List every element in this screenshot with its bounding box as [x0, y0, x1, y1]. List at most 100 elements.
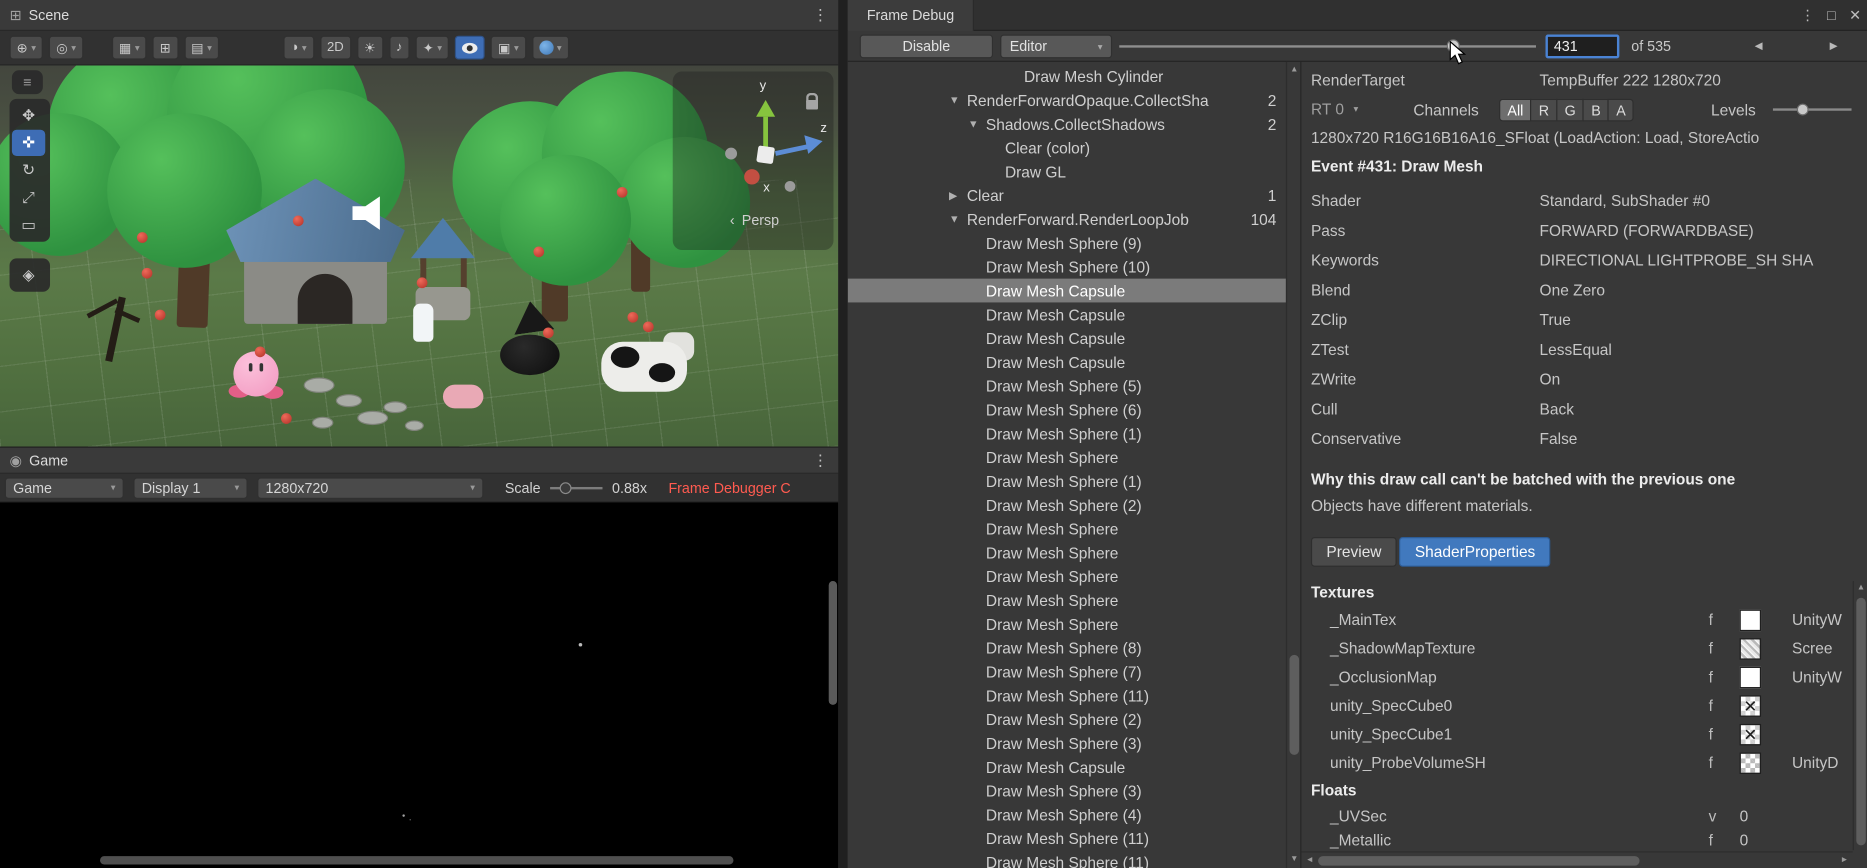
- view-tool-button[interactable]: ✥: [12, 102, 45, 128]
- previous-event-button[interactable]: ◄: [1743, 35, 1774, 59]
- texture-thumbnail[interactable]: [1739, 666, 1762, 689]
- frame-event-row[interactable]: Draw Mesh Sphere (1): [848, 422, 1286, 446]
- scene-visibility-button[interactable]: [455, 35, 485, 60]
- move-tool-button[interactable]: ✜: [11, 129, 46, 156]
- texture-thumbnail[interactable]: [1739, 723, 1762, 746]
- rotate-tool-button[interactable]: ↻: [12, 157, 45, 183]
- window-menu-icon[interactable]: ⋮: [1796, 7, 1820, 24]
- gizmo-center-cube[interactable]: [756, 145, 776, 165]
- axis-y-cone[interactable]: [756, 100, 776, 117]
- rect-tool-button[interactable]: ▭: [12, 212, 45, 238]
- tab-shader-properties[interactable]: ShaderProperties: [1399, 537, 1551, 567]
- frame-event-row[interactable]: Draw Mesh Sphere (5): [848, 374, 1286, 398]
- scene-effects-dropdown[interactable]: ✦ ▾: [415, 35, 450, 60]
- channel-b-button[interactable]: B: [1582, 98, 1608, 122]
- channel-a-button[interactable]: A: [1607, 98, 1635, 122]
- snap-toggle-button[interactable]: ⊞: [152, 35, 179, 60]
- scene-menu-icon[interactable]: ⋮: [812, 5, 829, 24]
- increment-snap-dropdown[interactable]: ▤ ▾: [183, 35, 219, 60]
- game-viewport[interactable]: [0, 502, 839, 868]
- frame-event-row[interactable]: Draw Mesh Sphere: [848, 564, 1286, 588]
- 2d-mode-button[interactable]: 2D: [319, 35, 351, 60]
- details-vertical-scrollbar[interactable]: ▲: [1852, 581, 1867, 851]
- scale-tool-button[interactable]: ⤢: [12, 185, 45, 211]
- next-event-button[interactable]: ►: [1818, 35, 1849, 59]
- frame-event-row[interactable]: Draw Mesh Sphere (11): [848, 826, 1286, 850]
- levels-slider[interactable]: [1772, 100, 1852, 119]
- frame-event-row[interactable]: Draw Mesh Sphere (9): [848, 231, 1286, 255]
- frame-event-row[interactable]: Draw Mesh Sphere (7): [848, 660, 1286, 684]
- tool-handle-position-dropdown[interactable]: ⊕ ▾: [9, 35, 44, 60]
- tool-handle-rotation-dropdown[interactable]: ◎ ▾: [49, 35, 84, 60]
- game-horizontal-scrollbar[interactable]: [100, 856, 734, 865]
- texture-thumbnail[interactable]: [1739, 752, 1762, 774]
- scale-slider[interactable]: [550, 479, 603, 496]
- levels-slider-thumb[interactable]: [1796, 103, 1809, 116]
- tab-preview[interactable]: Preview: [1310, 537, 1397, 567]
- axis-x-cone[interactable]: [744, 169, 760, 185]
- frame-event-row[interactable]: Draw Mesh Sphere: [848, 612, 1286, 636]
- channel-g-button[interactable]: G: [1556, 98, 1583, 122]
- scroll-up-icon[interactable]: ▲: [1854, 581, 1867, 595]
- frame-event-row[interactable]: Draw Mesh Capsule: [848, 755, 1286, 779]
- frame-event-row[interactable]: Draw Mesh Sphere (10): [848, 255, 1286, 279]
- axis-neg-cone[interactable]: [725, 147, 738, 160]
- scroll-left-icon[interactable]: ◄: [1303, 854, 1317, 868]
- scene-audio-button[interactable]: ♪: [388, 35, 410, 60]
- frame-event-row[interactable]: Draw Mesh Capsule: [848, 350, 1286, 374]
- grid-visibility-dropdown[interactable]: ▦ ▾: [111, 35, 147, 60]
- frame-event-row[interactable]: ▼ RenderForwardOpaque.CollectSha 2: [848, 88, 1286, 112]
- rt-index-dropdown[interactable]: RT 0 ▾: [1311, 100, 1358, 118]
- frame-event-row[interactable]: Draw Mesh Sphere (3): [848, 779, 1286, 803]
- display-dropdown[interactable]: Display 1 ▾: [133, 476, 248, 499]
- frame-event-row[interactable]: Draw Mesh Sphere (1): [848, 469, 1286, 493]
- tree-scrollbar-thumb[interactable]: [1289, 654, 1300, 755]
- frame-event-row[interactable]: Draw Mesh Sphere (3): [848, 731, 1286, 755]
- scene-lighting-button[interactable]: ☀: [356, 35, 383, 60]
- frame-event-row[interactable]: Draw Mesh Sphere (2): [848, 707, 1286, 731]
- frame-event-row[interactable]: Draw Mesh Sphere: [848, 517, 1286, 541]
- resolution-dropdown[interactable]: 1280x720 ▾: [257, 476, 484, 499]
- expand-arrow-icon[interactable]: ▶: [949, 189, 967, 202]
- game-vertical-scrollbar[interactable]: [828, 581, 838, 705]
- frame-event-row[interactable]: Draw Mesh Sphere (4): [848, 803, 1286, 827]
- channel-r-button[interactable]: R: [1530, 98, 1557, 122]
- texture-thumbnail[interactable]: [1739, 695, 1762, 717]
- frame-number-input[interactable]: [1545, 34, 1620, 59]
- texture-thumbnail[interactable]: [1739, 609, 1762, 632]
- frame-event-row[interactable]: Draw Mesh Sphere (8): [848, 636, 1286, 660]
- projection-mode-label[interactable]: ‹ Persp: [730, 212, 779, 229]
- frame-slider-thumb[interactable]: [1446, 39, 1460, 53]
- frame-event-row[interactable]: Draw Mesh Sphere (11): [848, 850, 1286, 868]
- frame-event-row[interactable]: Draw Mesh Sphere (2): [848, 493, 1286, 517]
- frame-event-row[interactable]: Draw Mesh Sphere: [848, 588, 1286, 612]
- target-dropdown[interactable]: Editor ▾: [1000, 34, 1113, 59]
- frame-event-row[interactable]: Draw Mesh Cylinder: [848, 64, 1286, 88]
- frame-event-row[interactable]: Draw Mesh Sphere (6): [848, 398, 1286, 422]
- frame-event-row[interactable]: ▼ RenderForward.RenderLoopJob 104: [848, 207, 1286, 231]
- details-hscrollbar-thumb[interactable]: [1318, 856, 1640, 866]
- axis-neg-cone[interactable]: [784, 180, 796, 192]
- frame-event-row[interactable]: ▼ Shadows.CollectShadows 2: [848, 112, 1286, 136]
- transform-tool-button[interactable]: ◈: [12, 262, 45, 288]
- channel-all-button[interactable]: All: [1499, 98, 1531, 122]
- disable-button[interactable]: Disable: [859, 34, 994, 59]
- game-menu-icon[interactable]: ⋮: [812, 451, 829, 470]
- scroll-right-icon[interactable]: ►: [1837, 854, 1851, 868]
- tree-vertical-scrollbar[interactable]: ▲ ▼: [1285, 61, 1301, 868]
- frame-event-row[interactable]: Draw Mesh Sphere: [848, 445, 1286, 469]
- frame-slider[interactable]: [1119, 45, 1536, 48]
- camera-settings-dropdown[interactable]: ▣ ▾: [490, 35, 526, 60]
- details-scrollbar-thumb[interactable]: [1856, 597, 1866, 846]
- collapse-arrow-icon[interactable]: ▼: [949, 94, 967, 106]
- texture-thumbnail[interactable]: [1739, 638, 1762, 660]
- game-view-dropdown[interactable]: Game ▾: [4, 476, 124, 499]
- close-icon[interactable]: ✕: [1843, 7, 1867, 24]
- window-splitter[interactable]: [838, 0, 848, 868]
- frame-event-row[interactable]: Draw Mesh Capsule: [848, 326, 1286, 350]
- orientation-gizmo[interactable]: y z x ‹ Persp: [672, 71, 834, 251]
- scale-slider-thumb[interactable]: [559, 481, 572, 494]
- shading-mode-dropdown[interactable]: ◑ ▾: [283, 35, 314, 60]
- frame-event-row[interactable]: Draw Mesh Capsule: [848, 302, 1286, 326]
- frame-debug-tab[interactable]: Frame Debug: [847, 0, 975, 31]
